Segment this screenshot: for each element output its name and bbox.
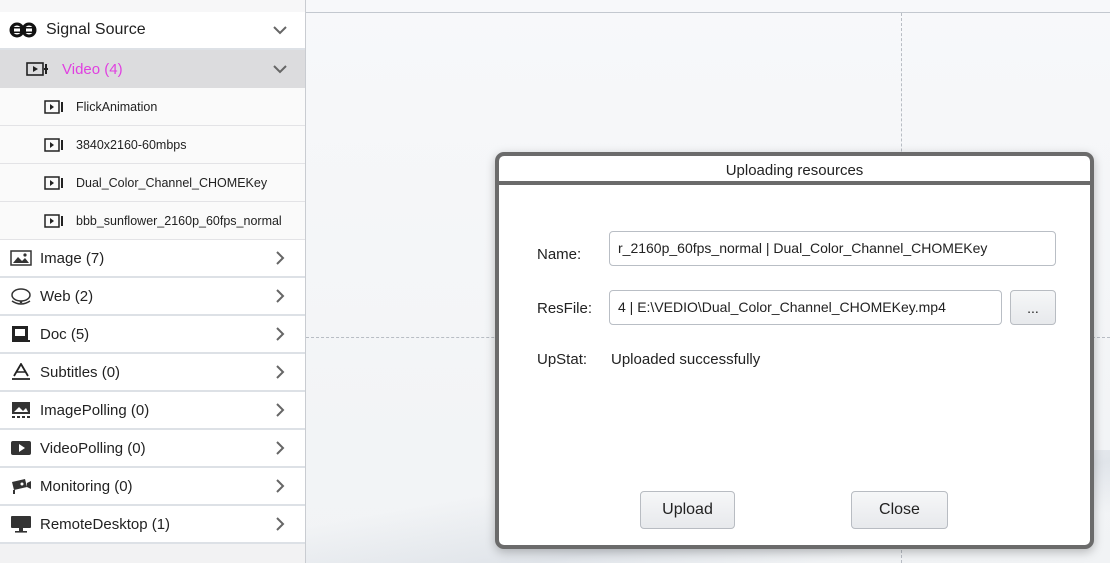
upstat-value: Uploaded successfully: [611, 351, 761, 368]
video-file-label: Dual_Color_Channel_CHOMEKey: [76, 175, 268, 190]
sidebar-item-label: Monitoring (0): [40, 477, 133, 495]
resfile-field[interactable]: 4 | E:\VEDIO\Dual_Color_Channel_CHOMEKey…: [609, 290, 1002, 325]
close-button[interactable]: Close: [851, 491, 948, 529]
sidebar-item-subtitles[interactable]: Subtitles (0): [0, 354, 305, 392]
sidebar-item-label: Image (7): [40, 249, 105, 267]
upload-resources-dialog: Uploading resources Name: r_2160p_60fps_…: [495, 152, 1094, 549]
video-icon: [26, 61, 50, 77]
video-file-icon: [44, 99, 66, 114]
sidebar-item-video-polling[interactable]: VideoPolling (0): [0, 430, 305, 468]
upstat-label: UpStat:: [537, 351, 588, 368]
sidebar-item-label: ImagePolling (0): [40, 401, 150, 419]
chevron-right-icon[interactable]: [270, 392, 290, 428]
chevron-right-icon[interactable]: [270, 430, 290, 466]
video-file-label: FlickAnimation: [76, 99, 158, 114]
video-file-icon: [44, 175, 66, 190]
sidebar-item-video[interactable]: Video (4): [0, 50, 305, 88]
canvas-top-border: [306, 12, 1110, 13]
chevron-right-icon[interactable]: [270, 468, 290, 504]
web-icon: [10, 287, 32, 305]
chevron-right-icon[interactable]: [270, 278, 290, 314]
image-polling-icon: [10, 401, 32, 419]
video-file-label: 3840x2160-60mbps: [76, 137, 187, 152]
video-polling-icon: [10, 439, 32, 457]
upload-button[interactable]: Upload: [640, 491, 735, 529]
sidebar-item-remote-desktop[interactable]: RemoteDesktop (1): [0, 506, 305, 544]
sidebar-item-label: Doc (5): [40, 325, 90, 343]
image-icon: [10, 249, 32, 267]
chevron-right-icon[interactable]: [270, 316, 290, 352]
video-file-item[interactable]: FlickAnimation: [0, 88, 305, 126]
sidebar-item-label: Web (2): [40, 287, 94, 305]
name-field[interactable]: r_2160p_60fps_normal | Dual_Color_Channe…: [609, 231, 1056, 266]
sidebar-item-web[interactable]: Web (2): [0, 278, 305, 316]
sidebar-item-image-polling[interactable]: ImagePolling (0): [0, 392, 305, 430]
sidebar-top-strip: [0, 0, 305, 12]
video-file-label: bbb_sunflower_2160p_60fps_normal: [76, 213, 282, 228]
chevron-right-icon[interactable]: [270, 354, 290, 390]
video-file-item[interactable]: Dual_Color_Channel_CHOMEKey: [0, 164, 305, 202]
video-file-icon: [44, 137, 66, 152]
sidebar-item-image[interactable]: Image (7): [0, 240, 305, 278]
chevron-down-icon[interactable]: [270, 12, 290, 48]
subtitles-icon: [10, 363, 32, 381]
sidebar-item-label: VideoPolling (0): [40, 439, 146, 457]
signal-source-label: Signal Source: [46, 21, 146, 38]
dialog-title: Uploading resources: [499, 156, 1090, 185]
video-file-item[interactable]: bbb_sunflower_2160p_60fps_normal: [0, 202, 305, 240]
sidebar-item-monitoring[interactable]: Monitoring (0): [0, 468, 305, 506]
video-file-icon: [44, 213, 66, 228]
sidebar-item-video-label: Video (4): [62, 60, 123, 78]
browse-button[interactable]: ...: [1010, 290, 1056, 325]
name-label: Name:: [537, 246, 582, 263]
resfile-label: ResFile:: [537, 300, 593, 317]
signal-source-icon: [8, 22, 38, 38]
sidebar-item-label: Subtitles (0): [40, 363, 121, 381]
sidebar-item-doc[interactable]: Doc (5): [0, 316, 305, 354]
chevron-down-icon[interactable]: [270, 50, 290, 88]
doc-icon: [10, 325, 32, 343]
signal-source-header[interactable]: Signal Source: [0, 12, 305, 50]
chevron-right-icon[interactable]: [270, 240, 290, 276]
sidebar-item-label: RemoteDesktop (1): [40, 515, 171, 533]
signal-source-panel: Signal Source Video (4) FlickAnimation 3…: [0, 0, 306, 563]
video-file-item[interactable]: 3840x2160-60mbps: [0, 126, 305, 164]
monitoring-icon: [10, 477, 32, 495]
remote-desktop-icon: [10, 515, 32, 533]
chevron-right-icon[interactable]: [270, 506, 290, 542]
